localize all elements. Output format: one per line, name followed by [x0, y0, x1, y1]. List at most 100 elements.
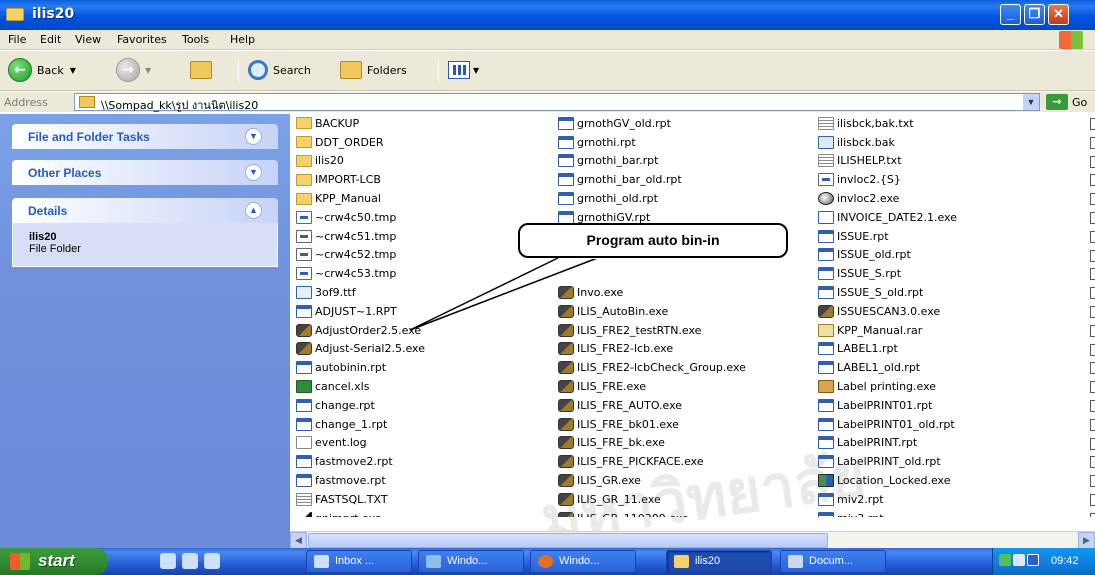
clipped-file-icon[interactable] [1090, 230, 1095, 243]
file-item[interactable]: ILIS_FRE2-lcbCheck_Group.exe [558, 358, 820, 377]
menu-view[interactable]: View [75, 33, 101, 46]
file-item[interactable]: ILIS_FRE_bk.exe [558, 434, 820, 453]
taskbar-button-ilis20[interactable]: ilis20 [666, 550, 772, 573]
clipped-file-icon[interactable] [1090, 306, 1095, 318]
file-item[interactable]: change_1.rpt [296, 415, 556, 434]
maximize-button[interactable]: ❐ [1024, 4, 1045, 25]
taskbar-button-window1[interactable]: Windo... [418, 550, 524, 573]
file-item[interactable]: BACKUP [296, 114, 556, 133]
file-item[interactable]: cancel.xls [296, 377, 556, 396]
quicklaunch-icon[interactable] [182, 553, 198, 569]
clipped-file-icon[interactable] [1090, 475, 1095, 488]
file-item[interactable]: fastmove2.rpt [296, 452, 556, 471]
file-item[interactable]: ADJUST~1.RPT [296, 302, 556, 321]
taskbar-button-window2[interactable]: Windo... [530, 550, 636, 573]
language-icon[interactable] [1027, 554, 1039, 566]
clipped-file-icon[interactable] [1090, 418, 1095, 431]
file-item[interactable]: invloc2.{S} [818, 170, 1088, 189]
back-button[interactable]: ← Back ▼ [8, 57, 76, 83]
file-item[interactable]: miv3.rpt [818, 509, 1088, 517]
quicklaunch-icon[interactable] [204, 553, 220, 569]
file-item[interactable]: ~crw4c53.tmp [296, 264, 556, 283]
menu-tools[interactable]: Tools [182, 33, 209, 46]
file-item[interactable]: Location_Locked.exe [818, 471, 1088, 490]
go-button[interactable]: → Go [1046, 93, 1087, 111]
file-item[interactable]: Label printing.exe [818, 377, 1088, 396]
close-button[interactable]: ✕ [1048, 4, 1069, 25]
file-item[interactable]: ISSUE_S.rpt [818, 264, 1088, 283]
file-item[interactable]: ISSUE_old.rpt [818, 246, 1088, 265]
menu-file[interactable]: File [8, 33, 26, 46]
taskbar-button-document[interactable]: Docum... [780, 550, 886, 573]
clipped-file-icon[interactable] [1090, 362, 1095, 375]
clipped-file-icon[interactable] [1090, 456, 1095, 469]
file-item[interactable]: grnothi_bar.rpt [558, 152, 820, 171]
clipped-file-icon[interactable] [1090, 136, 1095, 149]
file-item[interactable]: ILIS_FRE.exe [558, 377, 820, 396]
views-button[interactable]: ▼ [448, 57, 479, 83]
file-item[interactable]: DDT_ORDER [296, 133, 556, 152]
tray-icon[interactable] [1013, 554, 1025, 566]
file-item[interactable]: FASTSQL.TXT [296, 490, 556, 509]
file-item[interactable]: ISSUE_S_old.rpt [818, 283, 1088, 302]
up-folder-button[interactable] [190, 57, 217, 83]
file-item[interactable]: gnimprt.exe [296, 509, 556, 517]
address-input[interactable]: \\Sompad_kk\รูป งานนิต\ilis20 ▼ [74, 93, 1040, 112]
chevron-up-icon[interactable]: ▲ [245, 202, 262, 219]
clipped-file-icon[interactable] [1090, 324, 1095, 337]
file-item[interactable]: ISSUE.rpt [818, 227, 1088, 246]
file-item[interactable]: LABEL1.rpt [818, 340, 1088, 359]
chevron-down-icon[interactable]: ▼ [245, 164, 262, 181]
file-item[interactable]: ~crw4c51.tmp [296, 227, 556, 246]
file-folder-tasks-header[interactable]: File and Folder Tasks ▼ [12, 124, 278, 149]
file-item[interactable]: grnothi_old.rpt [558, 189, 820, 208]
file-item[interactable]: invloc2.exe [818, 189, 1088, 208]
scrollbar-thumb[interactable] [308, 533, 828, 548]
menu-edit[interactable]: Edit [40, 33, 61, 46]
file-item[interactable]: ilisbck,bak.txt [818, 114, 1088, 133]
other-places-header[interactable]: Other Places ▼ [12, 160, 278, 185]
file-item[interactable]: AdjustOrder2.5.exe [296, 321, 556, 340]
file-item[interactable]: ILIS_GR_11.exe [558, 490, 820, 509]
network-icon[interactable] [999, 554, 1011, 566]
minimize-button[interactable]: _ [1000, 4, 1021, 25]
file-item[interactable]: grnothi_bar_old.rpt [558, 170, 820, 189]
clipped-file-icon[interactable] [1090, 343, 1095, 356]
address-dropdown-icon[interactable]: ▼ [1023, 94, 1039, 110]
file-item[interactable]: LABEL1_old.rpt [818, 358, 1088, 377]
clipped-file-icon[interactable] [1090, 494, 1095, 506]
clipped-file-icon[interactable] [1090, 512, 1095, 517]
clipped-file-icon[interactable] [1090, 174, 1095, 187]
file-item[interactable]: ILIS_AutoBin.exe [558, 302, 820, 321]
folders-button[interactable]: Folders [340, 57, 407, 83]
file-item[interactable]: LabelPRINT.rpt [818, 434, 1088, 453]
file-item[interactable]: LabelPRINT01.rpt [818, 396, 1088, 415]
file-item[interactable]: autobinin.rpt [296, 358, 556, 377]
scroll-left-icon[interactable]: ◀ [290, 532, 307, 549]
file-item[interactable]: ISSUESCAN3.0.exe [818, 302, 1088, 321]
file-item[interactable]: Adjust-Serial2.5.exe [296, 340, 556, 359]
menu-favorites[interactable]: Favorites [117, 33, 167, 46]
clipped-file-icon[interactable] [1090, 155, 1095, 168]
file-item[interactable]: miv2.rpt [818, 490, 1088, 509]
file-item[interactable]: LabelPRINT01_old.rpt [818, 415, 1088, 434]
clipped-file-icon[interactable] [1090, 287, 1095, 300]
clipped-file-icon[interactable] [1090, 437, 1095, 450]
horizontal-scrollbar[interactable]: ◀ ▶ [290, 531, 1095, 549]
file-item[interactable]: ~crw4c50.tmp [296, 208, 556, 227]
file-item[interactable]: change.rpt [296, 396, 556, 415]
file-item[interactable]: ilis20 [296, 152, 556, 171]
file-item[interactable]: ILIS_FRE_bk01.exe [558, 415, 820, 434]
quicklaunch-icon[interactable] [160, 553, 176, 569]
file-item[interactable]: ILIS_FRE_AUTO.exe [558, 396, 820, 415]
start-button[interactable]: start [0, 548, 108, 575]
file-item[interactable]: LabelPRINT_old.rpt [818, 452, 1088, 471]
scroll-right-icon[interactable]: ▶ [1078, 532, 1095, 549]
file-item[interactable]: ILIS_FRE2_testRTN.exe [558, 321, 820, 340]
file-item[interactable]: fastmove.rpt [296, 471, 556, 490]
file-item[interactable]: ilisbck.bak [818, 133, 1088, 152]
dropdown-arrow-icon[interactable]: ▼ [70, 66, 76, 75]
clipped-file-icon[interactable] [1090, 193, 1095, 206]
chevron-down-icon[interactable]: ▼ [245, 128, 262, 145]
details-header[interactable]: Details ▲ [12, 198, 278, 223]
